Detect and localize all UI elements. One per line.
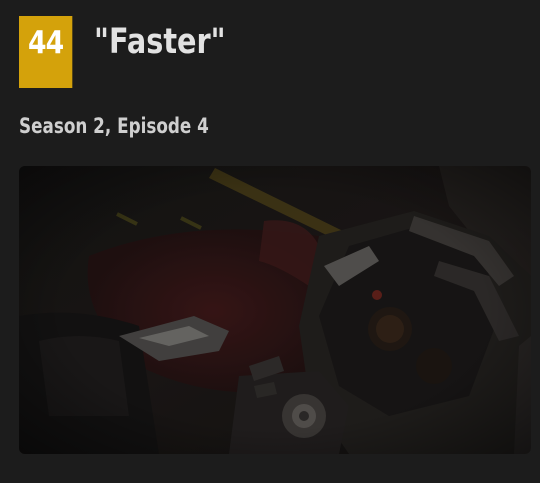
rank-badge: 44	[19, 16, 73, 88]
episode-title: "Faster"	[94, 22, 226, 62]
episode-still-image	[19, 166, 531, 454]
rank-container: 44	[19, 16, 81, 88]
episode-still-illustration	[19, 166, 531, 454]
season-episode-label: Season 2, Episode 4	[19, 114, 209, 138]
